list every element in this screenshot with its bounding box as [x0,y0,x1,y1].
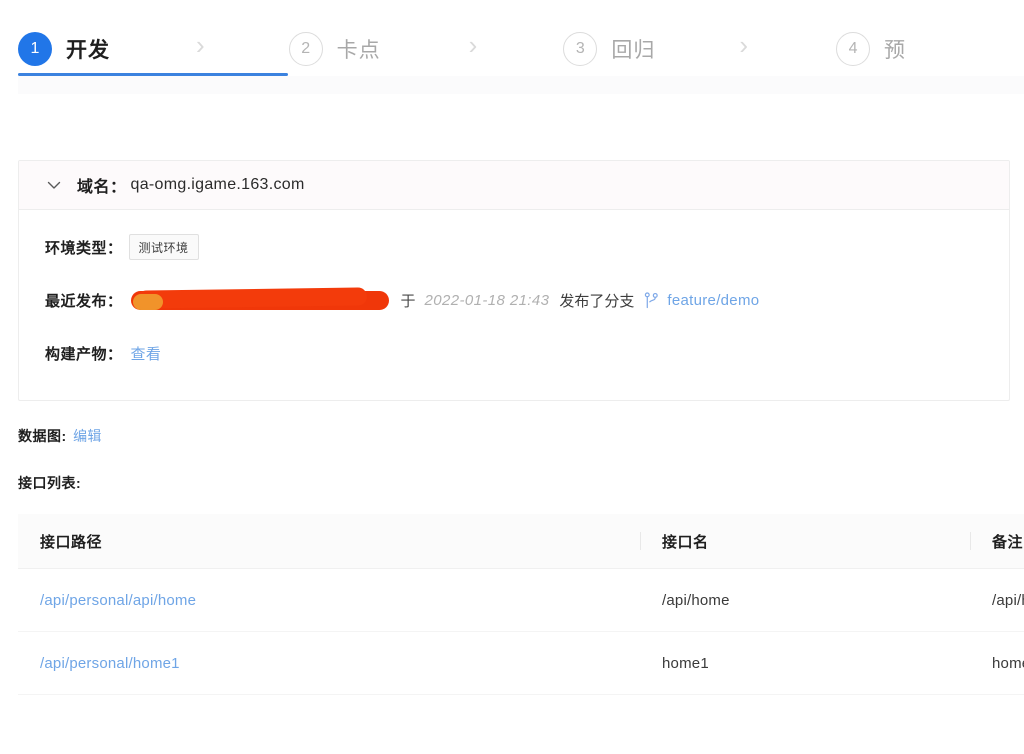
env-type-row: 环境类型： 测试环境 [45,234,983,260]
page-content: 域名： qa-omg.igame.163.com 环境类型： 测试环境 最近发布… [0,160,1024,695]
view-artifact-link[interactable]: 查看 [131,343,162,364]
step-3-label: 回归 [611,39,656,62]
column-header-remark[interactable]: 备注 [970,514,1024,569]
steps-bar-shade [0,76,1024,94]
step-separator-icon-3: › [739,30,749,60]
step-1-number: 1 [18,32,52,66]
table-row: /api/personal/api/home /api/home /api/ho… [18,568,1024,632]
redacted-username [130,287,389,311]
api-table-header-row: 接口路径 接口名 备注 [18,514,1024,569]
column-header-path[interactable]: 接口路径 [18,514,640,569]
env-type-tag: 测试环境 [128,234,199,260]
step-separator-icon-1: › [196,30,205,60]
step-2-label: 卡点 [336,39,381,62]
git-branch-icon [644,291,659,309]
table-row: /api/personal/home1 home1 home1 [18,631,1024,695]
build-artifact-row: 构建产物： 查看 [45,340,983,366]
release-timestamp: 2022-01-18 21:43 [424,291,550,309]
chevron-down-icon[interactable] [45,176,63,194]
data-graph-section: 数据图: 编辑 [18,426,1024,446]
release-action-text: 发布了分支 [559,292,635,310]
step-3-number: 3 [563,32,598,66]
api-list-label: 接口列表: [18,475,82,491]
domain-info-card: 域名： qa-omg.igame.163.com 环境类型： 测试环境 最近发布… [18,160,1010,401]
last-release-row: 最近发布： 于 2022-01-18 21:43 发布了分支 feature/d… [45,287,983,313]
cell-api-name: home1 [640,631,970,695]
step-4-number: 4 [836,32,871,66]
domain-label: 域名： [77,179,127,196]
data-graph-label: 数据图: [18,428,67,444]
pipeline-steps-bar: 1 开发 › 2 卡点 › 3 回归 › 4 预 [0,0,1024,94]
env-type-label: 环境类型： [45,239,123,257]
api-path-link[interactable]: /api/personal/api/home [40,592,196,609]
cell-api-path: /api/personal/api/home [18,568,640,632]
step-1-label: 开发 [66,39,110,62]
cell-api-remark: home1 [970,631,1024,695]
branch-link[interactable]: feature/demo [667,292,759,309]
release-at-word: 于 [400,292,416,310]
api-table-body: /api/personal/api/home /api/home /api/ho… [18,568,1024,695]
step-2-number: 2 [288,32,323,66]
domain-card-header[interactable]: 域名： qa-omg.igame.163.com [19,161,1009,210]
cell-api-path: /api/personal/home1 [18,631,640,695]
cell-api-name: /api/home [640,568,970,632]
step-4-label: 预 [884,39,907,62]
api-list-section: 接口列表: [18,473,1024,493]
domain-card-body: 环境类型： 测试环境 最近发布： 于 2022-01-18 21:43 发布了分… [19,210,1009,400]
steps-bar-shade-left [0,76,18,94]
active-step-underline [18,73,288,76]
domain-value: qa-omg.igame.163.com [130,176,305,193]
api-list-table: 接口路径 接口名 备注 /api/personal/api/home /api/… [18,514,1024,695]
column-header-name[interactable]: 接口名 [640,514,970,569]
last-release-label: 最近发布： [45,292,123,310]
api-path-link[interactable]: /api/personal/home1 [40,655,180,672]
api-table-head: 接口路径 接口名 备注 [18,514,1024,569]
build-artifact-label: 构建产物： [45,345,123,363]
cell-api-remark: /api/home [970,568,1024,632]
step-separator-icon-2: › [468,30,478,60]
edit-data-graph-link[interactable]: 编辑 [73,428,102,444]
